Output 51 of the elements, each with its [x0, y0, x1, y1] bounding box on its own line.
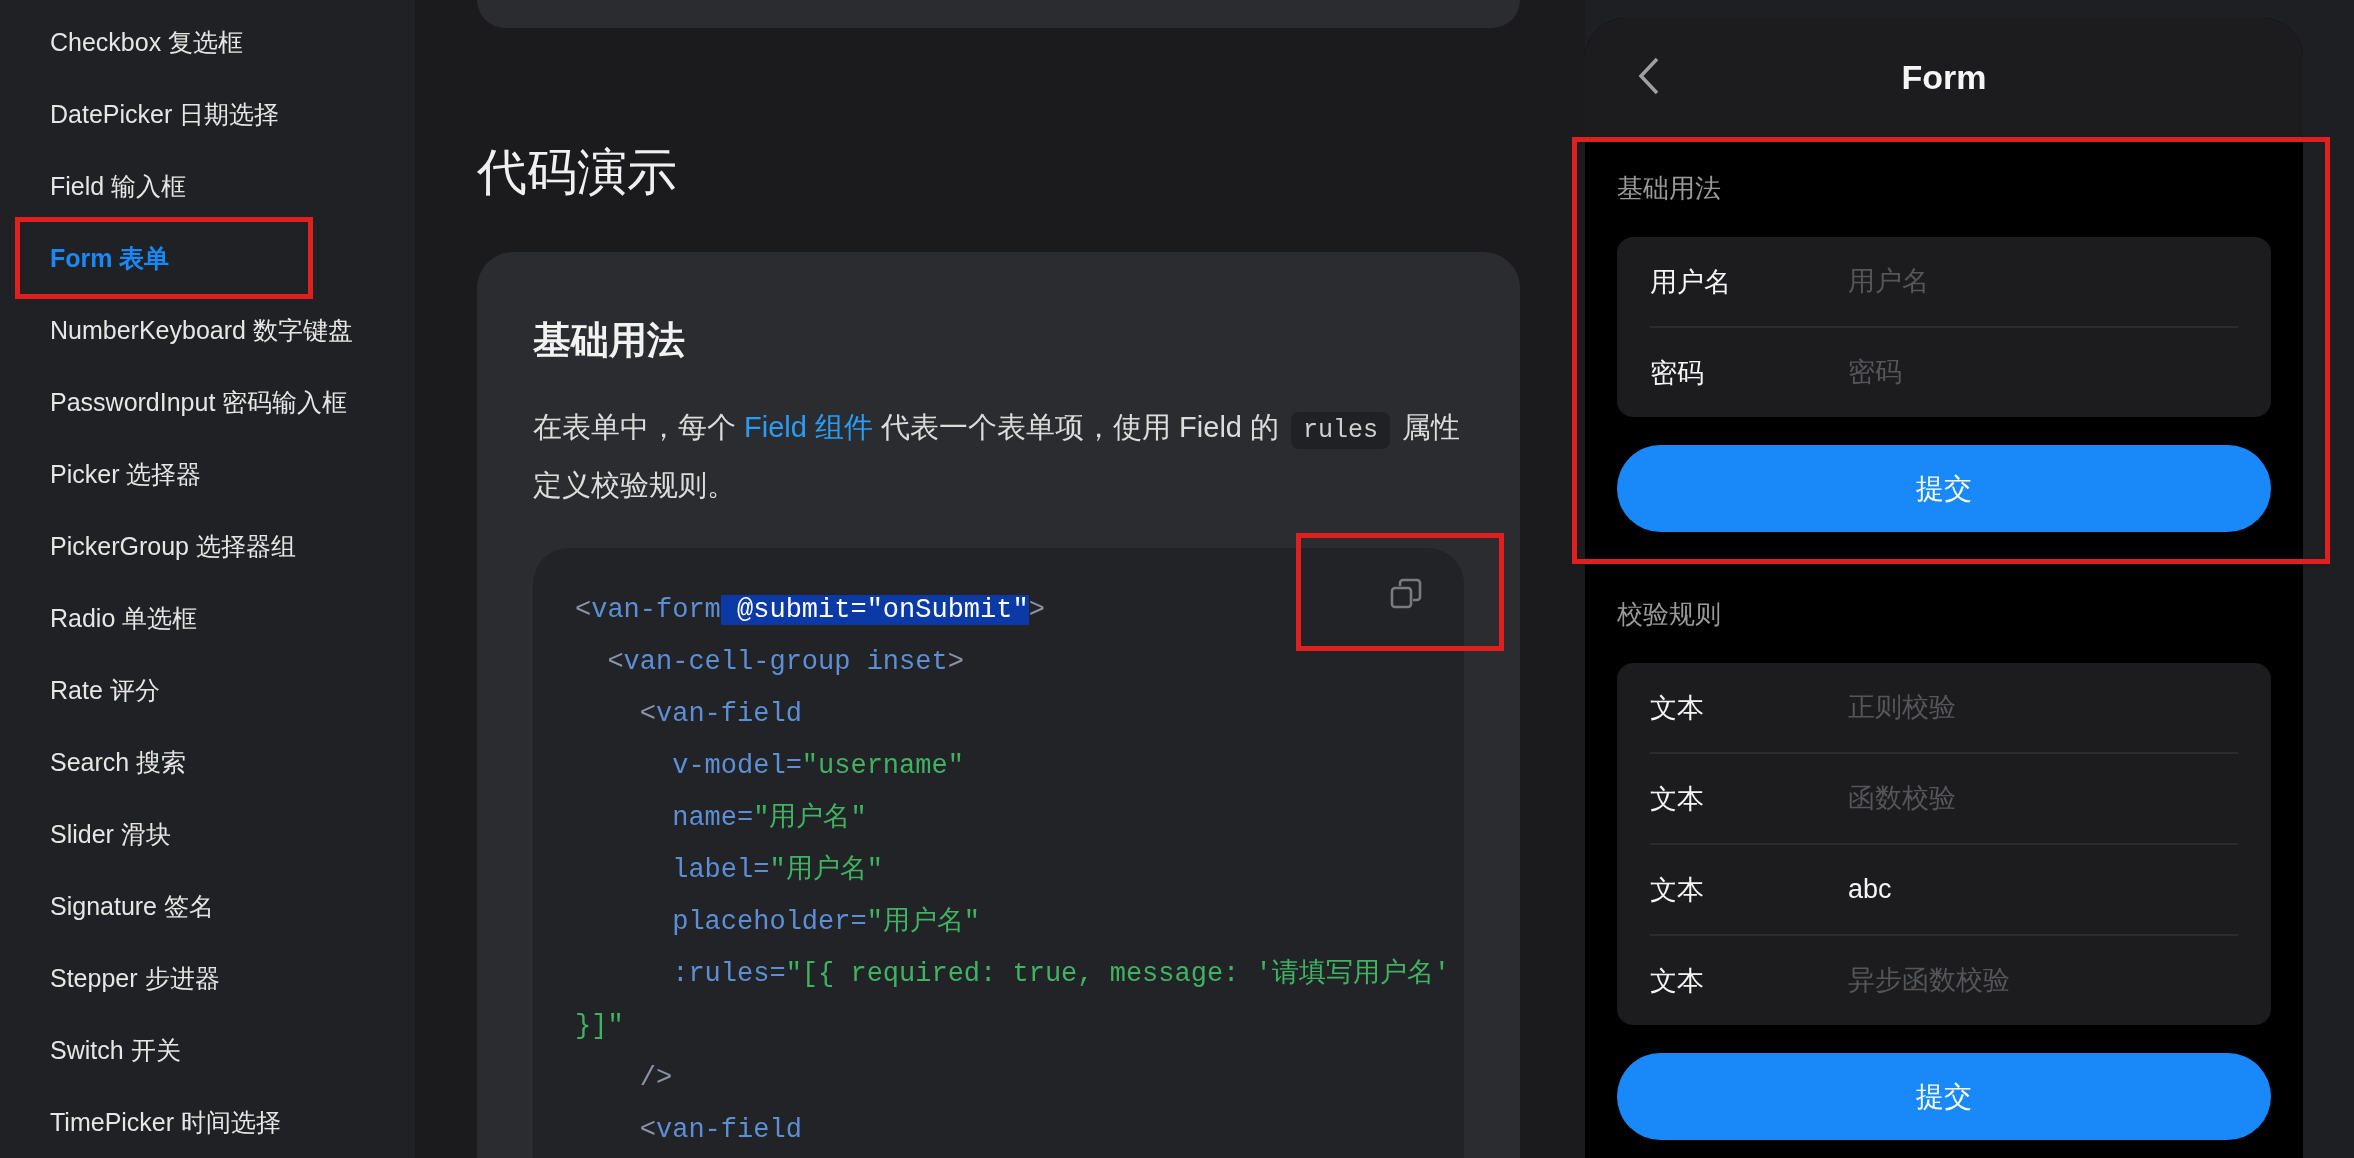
sidebar-item[interactable]: Picker 选择器: [20, 438, 308, 510]
input-field[interactable]: 函数校验: [1848, 778, 2238, 819]
submit-button[interactable]: 提交: [1617, 445, 2271, 532]
code-line: label="用户名": [671, 853, 883, 887]
sidebar-item[interactable]: Radio 单选框: [20, 582, 308, 654]
field-label: 文本: [1650, 782, 1705, 816]
section-heading: 代码演示: [477, 146, 678, 198]
code-line: placeholder="用户名": [671, 905, 981, 939]
code-line: }]": [575, 1010, 624, 1043]
sidebar-item[interactable]: TimePicker 时间选择: [20, 1086, 308, 1158]
code-line: :rules="[{ required: true, message: '请填写用户名': [671, 957, 1450, 991]
field-label: 文本: [1650, 691, 1705, 725]
nav-title: Form: [1901, 58, 1987, 97]
sidebar-item[interactable]: PasswordInput 密码输入框: [20, 366, 356, 438]
group-title: 基础用法: [1617, 172, 1722, 205]
field-label: 文本: [1650, 964, 1705, 998]
sidebar-item[interactable]: DatePicker 日期选择: [20, 78, 308, 150]
input-field[interactable]: abc: [1848, 869, 2238, 910]
group-title: 校验规则: [1617, 598, 1722, 631]
code-line: <van-cell-group inset>: [606, 646, 964, 679]
copy-icon: [1390, 578, 1422, 610]
code-line: <van-field: [638, 1114, 802, 1147]
sidebar-item[interactable]: Signature 签名: [20, 870, 308, 942]
sidebar-item[interactable]: Rate 评分: [20, 654, 308, 726]
sidebar-item[interactable]: PickerGroup 选择器组: [20, 510, 308, 582]
code-line: name="用户名": [671, 801, 867, 835]
code-line: <van-field: [638, 698, 802, 731]
input-field[interactable]: 用户名: [1848, 261, 2238, 302]
sidebar-item[interactable]: Field 输入框: [20, 150, 308, 222]
inline-code: rules: [1291, 412, 1391, 449]
field-link[interactable]: Field 组件: [744, 411, 873, 443]
description-text: 在表单中，每个 Field 组件 代表一个表单项，使用 Field 的 rules 属性定义校验规则。: [533, 410, 1462, 503]
code-line: v-model="username": [671, 750, 964, 783]
code-line: <van-form @submit="onSubmit">: [575, 594, 1045, 627]
submit-button[interactable]: 提交: [1617, 1053, 2271, 1140]
sidebar-item[interactable]: Stepper 步进器: [20, 942, 308, 1014]
sidebar-item[interactable]: Slider 滑块: [20, 798, 308, 870]
field-label: 用户名: [1650, 265, 1732, 299]
input-field[interactable]: 密码: [1848, 352, 2238, 393]
back-icon[interactable]: [1637, 56, 1661, 96]
sidebar-item[interactable]: Search 搜索: [20, 726, 308, 798]
sidebar-item[interactable]: NumberKeyboard 数字键盘: [20, 294, 361, 366]
field-label: 密码: [1650, 356, 1705, 390]
field-label: 文本: [1650, 873, 1705, 907]
input-field[interactable]: 异步函数校验: [1848, 960, 2238, 1001]
sidebar-item[interactable]: Switch 开关: [20, 1014, 308, 1086]
input-field[interactable]: 正则校验: [1848, 687, 2238, 728]
code-line: />: [638, 1062, 673, 1095]
demo-title: 基础用法: [533, 318, 686, 363]
sidebar-item[interactable]: Form 表单: [20, 222, 308, 294]
sidebar-item[interactable]: Checkbox 复选框: [20, 6, 308, 78]
